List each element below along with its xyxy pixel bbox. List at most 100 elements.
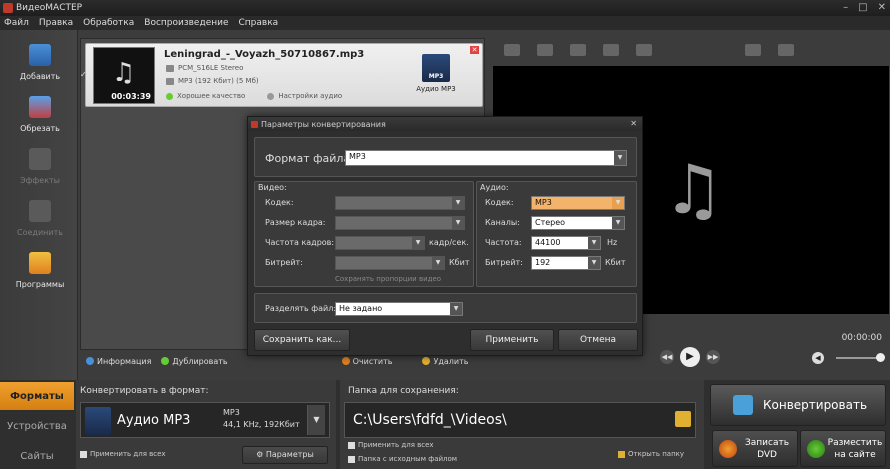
split-panel: Разделять файл: Не задано ▼ (254, 293, 637, 323)
file-format-label: Формат файла (265, 152, 351, 165)
menu-file[interactable]: Файл (4, 18, 29, 28)
mp3-format-icon: MP3 (422, 54, 450, 82)
output-format-panel: Конвертировать в формат: Аудио MP3 MP3 4… (76, 380, 336, 469)
open-folder-label: Открыть папку (628, 450, 685, 458)
folder-label: Папка для сохранения: (348, 386, 459, 396)
video-codec-select[interactable]: ▼ (335, 196, 465, 210)
folder-path-input[interactable]: C:\Users\fdfd_\Videos\ (344, 402, 696, 438)
save-as-button[interactable]: Сохранить как... (254, 329, 350, 351)
clear-button[interactable]: Очистить (341, 357, 392, 366)
play-icon[interactable]: ▶ (680, 347, 700, 367)
minimize-icon[interactable]: – (843, 2, 848, 13)
publish-button[interactable]: Разместить на сайте (800, 430, 886, 467)
audio-codec-value: MP3 (535, 198, 552, 207)
maximize-icon[interactable]: □ (858, 2, 867, 13)
burn-dvd-label: Записать DVD (744, 438, 790, 460)
frame-rate-select[interactable]: ▼ (335, 236, 425, 250)
close-icon[interactable]: ✕ (878, 2, 886, 13)
chevron-down-icon: ▼ (588, 237, 600, 249)
volume-icon[interactable]: ◀ (812, 352, 824, 364)
cut-button[interactable]: Обрезать (8, 88, 72, 136)
frame-size-select[interactable]: ▼ (335, 216, 465, 230)
menu-playback[interactable]: Воспроизведение (144, 18, 228, 28)
playback-time: 00:00:00 (841, 333, 882, 343)
frame-rate-label: Частота кадров: (265, 238, 335, 247)
speaker-icon (166, 77, 174, 85)
add-video-icon (29, 44, 51, 66)
checkbox-icon (348, 441, 355, 449)
info-button[interactable]: Информация (86, 357, 151, 366)
sample-rate-select[interactable]: 44100 ▼ (531, 236, 601, 250)
split-value: Не задано (339, 304, 383, 313)
apply-button[interactable]: Применить (470, 329, 554, 351)
volume-slider[interactable] (836, 357, 880, 359)
file-format-panel: Формат файла MP3 ▼ (254, 137, 637, 177)
file-item[interactable]: ✓ ♫ 00:03:39 Leningrad_-_Voyazh_50710867… (80, 43, 483, 107)
convert-button[interactable]: Конвертировать (710, 384, 886, 426)
menu-help[interactable]: Справка (239, 18, 279, 28)
sample-rate-label: Частота: (485, 238, 522, 247)
join-icon (29, 200, 51, 222)
output-format-name: Аудио MP3 (117, 413, 191, 428)
convert-label: Конвертировать (763, 398, 868, 412)
compare-icon[interactable] (745, 44, 761, 56)
speed-icon[interactable] (636, 44, 652, 56)
settings-indicator-icon (267, 92, 275, 100)
video-codec-label: Кодек: (265, 198, 294, 207)
file-checkbox[interactable]: ✓ (80, 70, 88, 79)
chevron-down-icon: ▼ (614, 151, 626, 165)
prev-icon[interactable]: ◀◀ (660, 350, 674, 364)
tab-formats[interactable]: Форматы (0, 382, 74, 410)
folder-icon[interactable] (675, 411, 691, 427)
convert-icon (733, 395, 753, 415)
camera-icon[interactable] (603, 44, 619, 56)
folder-path-value: C:\Users\fdfd_\Videos\ (353, 412, 507, 428)
menu-edit[interactable]: Правка (39, 18, 73, 28)
preview-toolbar (492, 38, 890, 62)
folder-apply-all-checkbox[interactable]: Применить для всех (348, 441, 434, 449)
brightness-icon[interactable] (570, 44, 586, 56)
tab-devices[interactable]: Устройства (0, 412, 74, 440)
duplicate-button[interactable]: Дублировать (161, 356, 228, 366)
file-format-select[interactable]: MP3 ▼ (345, 150, 627, 166)
remove-file-icon[interactable]: ✕ (470, 46, 479, 54)
keep-aspect-checkbox[interactable]: Сохранять пропорции видео (335, 275, 441, 283)
video-bitrate-select[interactable]: ▼ (335, 256, 445, 270)
open-folder-button[interactable]: Открыть папку (618, 450, 684, 458)
info-label: Информация (97, 356, 152, 366)
duplicate-label: Дублировать (172, 356, 228, 366)
file-quality[interactable]: Хорошее качество (177, 92, 245, 100)
checkbox-icon (348, 455, 355, 463)
audio-bitrate-select[interactable]: 192 ▼ (531, 256, 601, 270)
add-button[interactable]: Добавить (8, 36, 72, 84)
checkbox-icon (80, 450, 87, 458)
volume-knob[interactable] (876, 353, 885, 362)
dialog-app-icon (251, 120, 258, 128)
split-select[interactable]: Не задано ▼ (335, 302, 463, 316)
channels-select[interactable]: Стерео ▼ (531, 216, 625, 230)
apply-all-formats-checkbox[interactable]: Применить для всех (80, 450, 166, 458)
globe-icon (807, 440, 825, 458)
parameters-button[interactable]: ⚙ Параметры (242, 446, 328, 464)
mp3-badge: MP3 (428, 73, 444, 80)
snapshot-icon[interactable] (537, 44, 553, 56)
programs-button[interactable]: Программы (8, 244, 72, 292)
filmstrip-icon[interactable] (504, 44, 520, 56)
chevron-down-icon: ▼ (432, 257, 444, 269)
burn-dvd-button[interactable]: Записать DVD (712, 430, 798, 467)
file-format-label: Аудио MP3 (416, 85, 456, 93)
file-audio-settings[interactable]: Настройки аудио (278, 92, 342, 100)
menu-process[interactable]: Обработка (83, 18, 134, 28)
source-folder-checkbox[interactable]: Папка с исходным файлом (348, 455, 457, 463)
fullscreen-icon[interactable] (778, 44, 794, 56)
next-icon[interactable]: ▶▶ (706, 350, 720, 364)
delete-button[interactable]: Удалить (422, 357, 468, 366)
tab-sites[interactable]: Сайты (0, 442, 74, 469)
quality-indicator-icon (166, 92, 173, 100)
output-format-select[interactable]: Аудио MP3 MP3 44,1 KHz, 192Кбит ▼ (80, 402, 330, 438)
dialog-close-icon[interactable]: ✕ (630, 119, 637, 128)
audio-codec-select[interactable]: MP3 ▼ (531, 196, 625, 210)
effects-button[interactable]: Эффекты (8, 140, 72, 188)
join-button[interactable]: Соединить (8, 192, 72, 240)
cancel-button[interactable]: Отмена (558, 329, 638, 351)
